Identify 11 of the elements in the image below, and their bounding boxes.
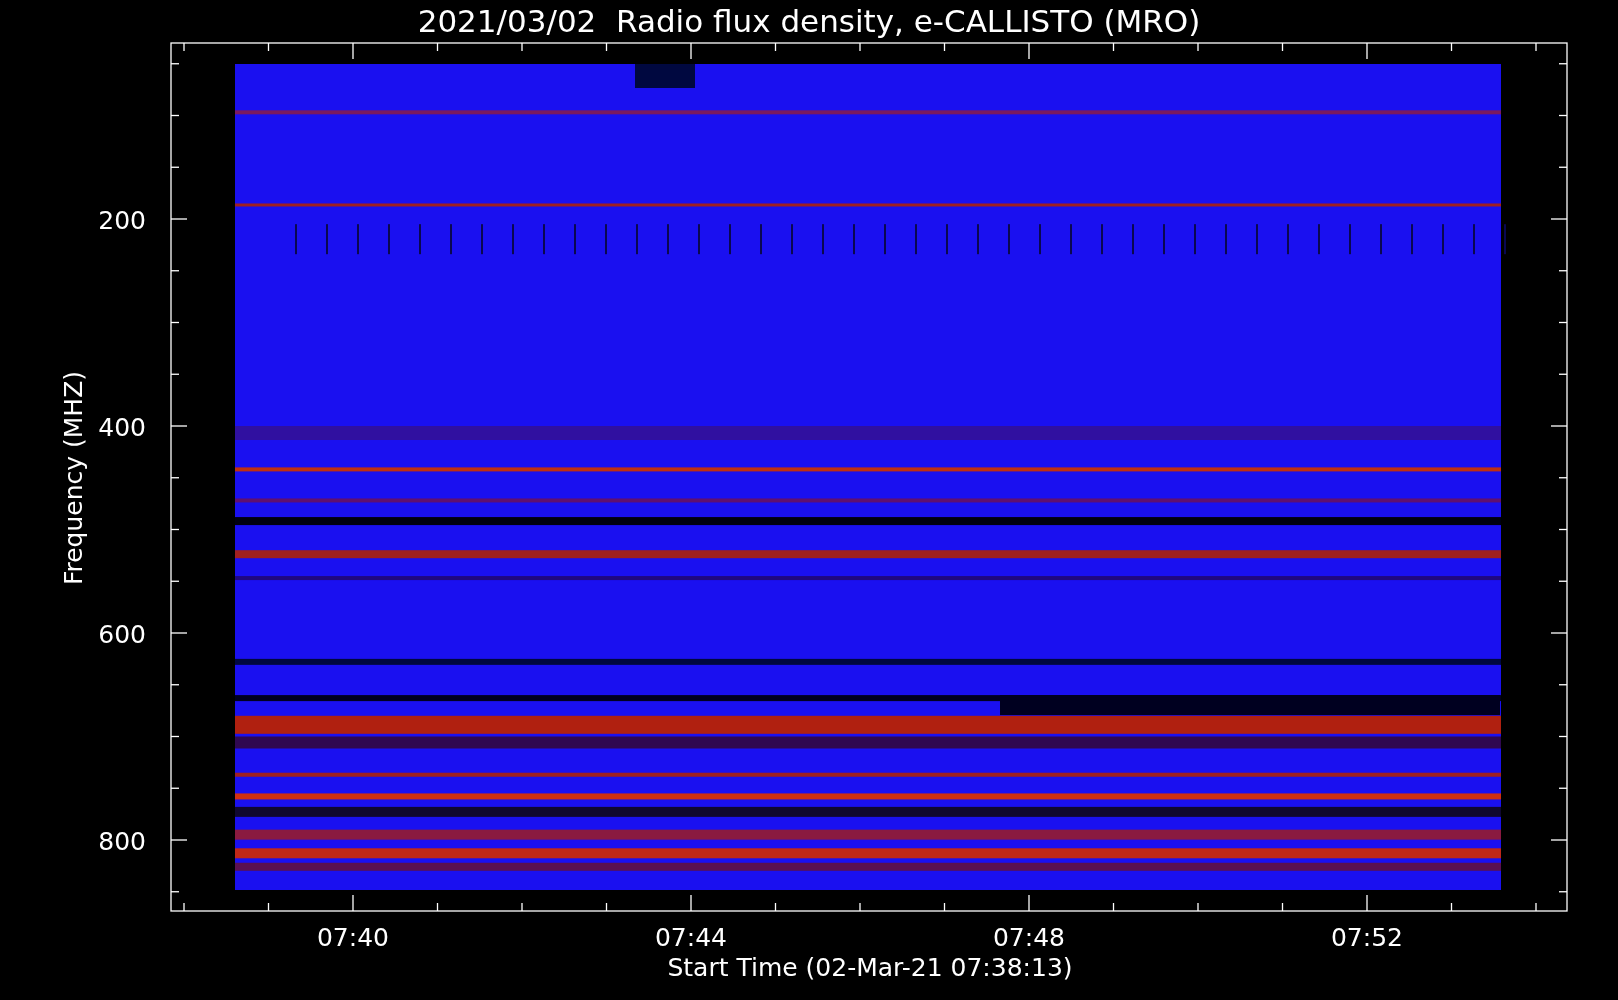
chart-title: 2021/03/02 Radio flux density, e-CALLISTO (MRO): [417, 3, 1201, 39]
tick-label: 400: [98, 413, 146, 442]
tick-label: 07:44: [655, 923, 727, 952]
tick-label: 200: [98, 206, 146, 235]
tick-label: 07:48: [993, 923, 1065, 952]
tick-label: 600: [98, 620, 146, 649]
axis-label: Start Time (02-Mar-21 07:38:13): [667, 953, 1073, 982]
axis-label: Frequency (MHZ): [59, 370, 88, 586]
tick-label: 800: [98, 827, 146, 856]
tick-label: 07:40: [317, 923, 389, 952]
tick-label: 07:52: [1331, 923, 1403, 952]
